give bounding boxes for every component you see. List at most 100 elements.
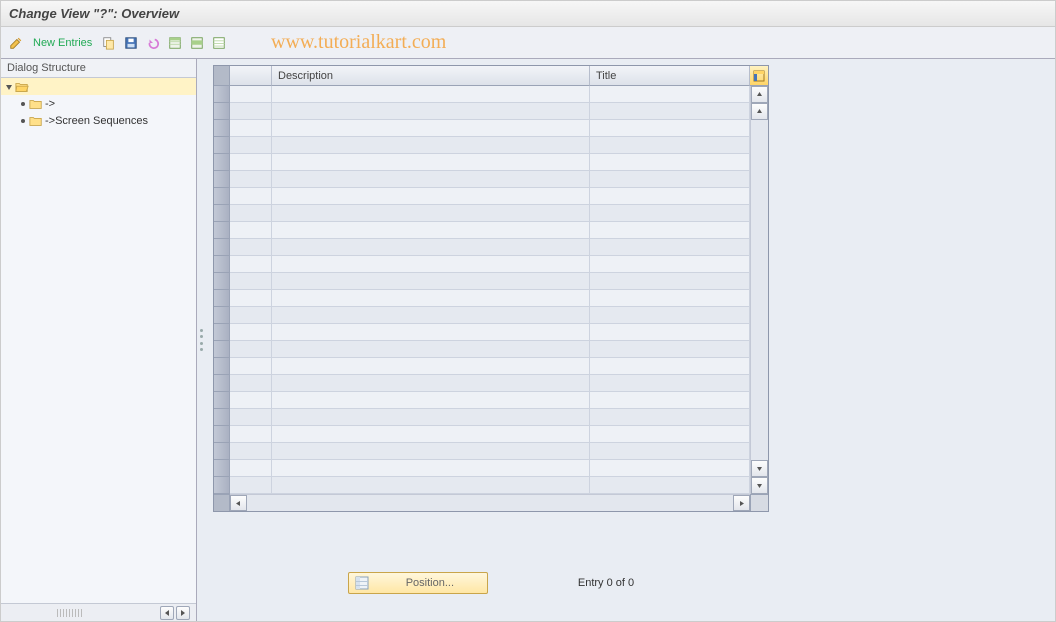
table-row[interactable] [230, 426, 750, 443]
cell[interactable] [230, 290, 272, 306]
cell[interactable] [272, 120, 590, 136]
row-header[interactable] [214, 324, 230, 341]
row-header[interactable] [214, 358, 230, 375]
vscroll-down-step[interactable] [751, 460, 768, 477]
cell[interactable] [272, 290, 590, 306]
cell[interactable] [230, 154, 272, 170]
table-row[interactable] [230, 239, 750, 256]
cell[interactable] [272, 86, 590, 102]
vscroll-up-step[interactable] [751, 103, 768, 120]
save-button[interactable] [122, 33, 140, 53]
table-settings-button[interactable] [750, 66, 768, 86]
vscroll-track[interactable] [751, 120, 768, 460]
cell[interactable] [230, 86, 272, 102]
row-header[interactable] [214, 375, 230, 392]
row-header[interactable] [214, 239, 230, 256]
cell[interactable] [230, 137, 272, 153]
cell[interactable] [590, 256, 750, 272]
row-header[interactable] [214, 103, 230, 120]
cell[interactable] [590, 137, 750, 153]
row-header[interactable] [214, 120, 230, 137]
row-header[interactable] [214, 222, 230, 239]
cell[interactable] [590, 358, 750, 374]
cell[interactable] [230, 460, 272, 476]
cell[interactable] [272, 358, 590, 374]
row-header[interactable] [214, 188, 230, 205]
hscroll-left[interactable] [230, 495, 247, 511]
row-header[interactable] [214, 307, 230, 324]
cell[interactable] [590, 239, 750, 255]
edit-button[interactable] [7, 33, 25, 53]
row-header[interactable] [214, 154, 230, 171]
column-header-description[interactable]: Description [272, 66, 590, 86]
row-header[interactable] [214, 392, 230, 409]
cell[interactable] [230, 358, 272, 374]
table-row[interactable] [230, 222, 750, 239]
cell[interactable] [230, 409, 272, 425]
row-header[interactable] [214, 460, 230, 477]
cell[interactable] [590, 307, 750, 323]
cell[interactable] [230, 188, 272, 204]
table-row[interactable] [230, 443, 750, 460]
cell[interactable] [230, 120, 272, 136]
cell[interactable] [230, 392, 272, 408]
select-block-button[interactable] [188, 33, 206, 53]
tree-node-child-2[interactable]: ->Screen Sequences [1, 112, 196, 129]
row-header[interactable] [214, 86, 230, 103]
cell[interactable] [230, 256, 272, 272]
table-row[interactable] [230, 341, 750, 358]
table-row[interactable] [230, 103, 750, 120]
cell[interactable] [272, 409, 590, 425]
table-row[interactable] [230, 477, 750, 494]
row-header[interactable] [214, 205, 230, 222]
row-header[interactable] [214, 256, 230, 273]
table-row[interactable] [230, 324, 750, 341]
table-row[interactable] [230, 137, 750, 154]
hscroll-track[interactable] [247, 495, 733, 511]
cell[interactable] [272, 324, 590, 340]
table-row[interactable] [230, 256, 750, 273]
cell[interactable] [590, 409, 750, 425]
cell[interactable] [230, 205, 272, 221]
tree-scroll-left[interactable] [160, 606, 174, 620]
cell[interactable] [590, 290, 750, 306]
cell[interactable] [272, 137, 590, 153]
row-header[interactable] [214, 477, 230, 494]
new-entries-button[interactable]: New Entries [29, 37, 96, 49]
table-row[interactable] [230, 392, 750, 409]
cell[interactable] [230, 443, 272, 459]
cell[interactable] [590, 273, 750, 289]
table-row[interactable] [230, 409, 750, 426]
column-header-title[interactable]: Title [590, 66, 750, 86]
grid-select-all[interactable] [214, 66, 230, 86]
tree-node-root[interactable] [1, 78, 196, 95]
vscroll-down[interactable] [751, 477, 768, 494]
tree-node-child-1[interactable]: -> [1, 95, 196, 112]
cell[interactable] [590, 392, 750, 408]
row-header[interactable] [214, 426, 230, 443]
table-row[interactable] [230, 205, 750, 222]
row-header[interactable] [214, 443, 230, 460]
cell[interactable] [590, 154, 750, 170]
cell[interactable] [272, 205, 590, 221]
cell[interactable] [230, 324, 272, 340]
cell[interactable] [272, 222, 590, 238]
cell[interactable] [590, 341, 750, 357]
table-row[interactable] [230, 273, 750, 290]
cell[interactable] [272, 392, 590, 408]
cell[interactable] [590, 188, 750, 204]
table-row[interactable] [230, 460, 750, 477]
table-row[interactable] [230, 188, 750, 205]
cell[interactable] [272, 426, 590, 442]
hscroll-right[interactable] [733, 495, 750, 511]
cell[interactable] [590, 222, 750, 238]
cell[interactable] [230, 426, 272, 442]
scrollbar-grip[interactable] [57, 609, 83, 617]
select-all-button[interactable] [166, 33, 184, 53]
cell[interactable] [590, 477, 750, 493]
cell[interactable] [230, 341, 272, 357]
cell[interactable] [272, 443, 590, 459]
row-header[interactable] [214, 290, 230, 307]
cell[interactable] [230, 307, 272, 323]
cell[interactable] [590, 205, 750, 221]
